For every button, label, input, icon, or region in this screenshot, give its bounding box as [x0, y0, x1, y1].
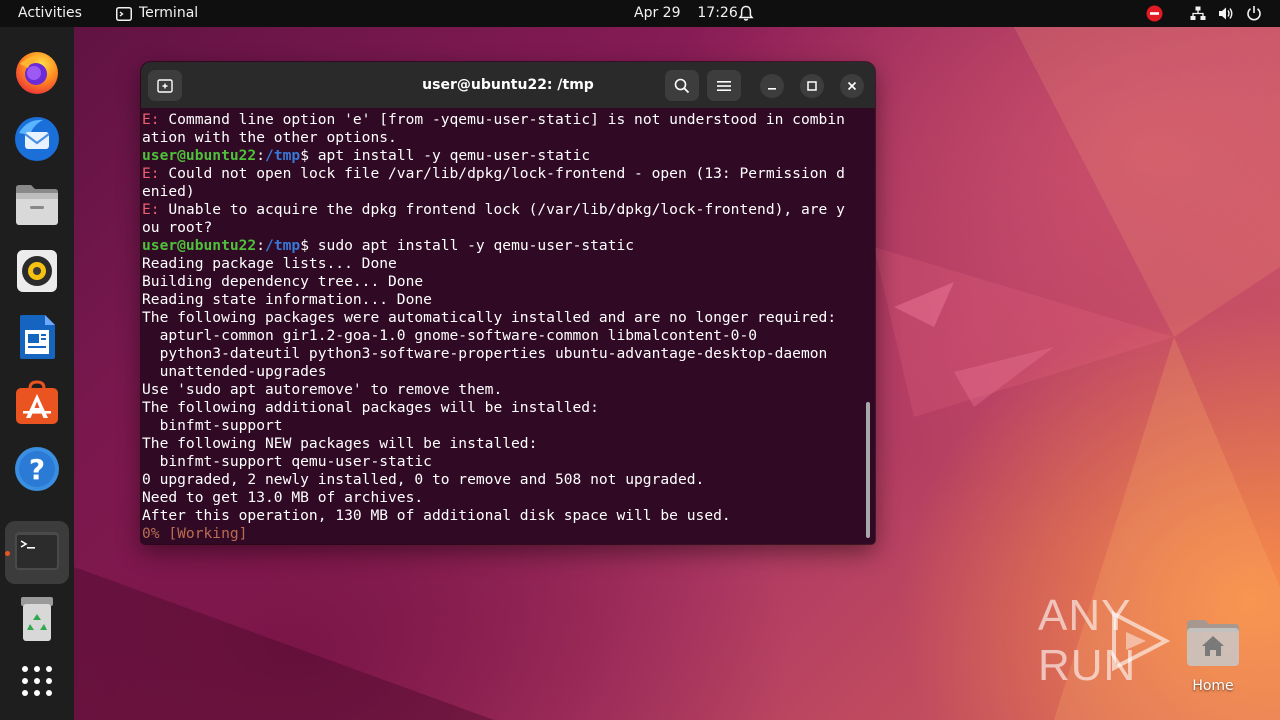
terminal-line: apturl-common gir1.2-goa-1.0 gnome-softw…: [142, 327, 758, 344]
terminal-headerbar[interactable]: user@ubuntu22: /tmp: [141, 62, 875, 108]
prompt-separator: :: [256, 237, 266, 254]
terminal-line: binfmt-support: [142, 417, 283, 434]
top-bar: Activities Terminal Apr 29 17:26: [0, 0, 1280, 27]
dock-show-applications[interactable]: [13, 657, 61, 705]
running-indicator: [5, 551, 10, 556]
thunderbird-icon: [15, 117, 59, 161]
error-prefix: E:: [142, 165, 160, 182]
close-icon: [847, 81, 857, 91]
terminal-line: enied): [142, 183, 195, 200]
anyrun-watermark: ANY RUN: [1038, 591, 1280, 690]
prompt-dollar: $: [300, 147, 309, 164]
minimize-icon: [768, 88, 776, 90]
trash-icon: [21, 597, 53, 641]
maximize-icon: [807, 81, 817, 91]
terminal-app-icon: [116, 6, 132, 21]
rhythmbox-icon: [17, 250, 57, 292]
app-grid-icon: [22, 666, 52, 696]
terminal-line: E: Could not open lock file /var/lib/dpk…: [142, 165, 845, 183]
menu-button[interactable]: [707, 70, 741, 101]
command-text: apt install -y qemu-user-static: [308, 147, 591, 164]
new-tab-button[interactable]: [148, 70, 182, 101]
terminal-line: Use 'sudo apt autoremove' to remove them…: [142, 381, 503, 398]
terminal-line: binfmt-support qemu-user-static: [142, 453, 432, 470]
dock-terminal[interactable]: [13, 527, 61, 575]
prompt-user: user@ubuntu22: [142, 147, 257, 164]
terminal-line: The following NEW packages will be insta…: [142, 435, 538, 452]
line-text: Command line option 'e' [from -yqemu-use…: [159, 111, 845, 128]
dock-thunderbird[interactable]: [13, 115, 61, 163]
activities-button[interactable]: Activities: [18, 0, 82, 27]
app-menu-label: Terminal: [139, 5, 199, 21]
terminal-line: Reading state information... Done: [142, 291, 432, 308]
command-text: sudo apt install -y qemu-user-static: [308, 237, 635, 254]
dock-trash[interactable]: [13, 595, 61, 643]
terminal-line: After this operation, 130 MB of addition…: [142, 507, 731, 524]
search-icon: [674, 78, 690, 93]
prompt-dollar: $: [300, 237, 309, 254]
dock-ubuntu-software[interactable]: [13, 379, 61, 427]
terminal-output[interactable]: E: Command line option 'e' [from -yqemu-…: [141, 108, 865, 544]
terminal-window[interactable]: user@ubuntu22: /tmp E: Command line opti…: [141, 62, 875, 544]
close-button[interactable]: [840, 74, 864, 98]
firefox-icon: [16, 52, 58, 94]
terminal-line: The following additional packages will b…: [142, 399, 599, 416]
terminal-line: ou root?: [142, 219, 213, 236]
dock-help[interactable]: ?: [13, 445, 61, 493]
new-tab-icon: [157, 78, 173, 93]
minimize-button[interactable]: [760, 74, 784, 98]
volume-icon: [1219, 7, 1233, 20]
svg-text:?: ?: [29, 453, 45, 486]
help-icon: ?: [15, 447, 59, 491]
power-icon: [1247, 6, 1261, 21]
search-button[interactable]: [665, 70, 699, 101]
terminal-line: E: Command line option 'e' [from -yqemu-…: [142, 111, 845, 129]
dock: ?: [0, 27, 74, 720]
home-folder-icon: [1187, 620, 1239, 666]
terminal-line: user@ubuntu22:/tmp$ sudo apt install -y …: [142, 237, 634, 255]
play-logo-icon: [1112, 610, 1170, 672]
do-not-disturb-icon: [1146, 5, 1163, 22]
prompt-user: user@ubuntu22: [142, 237, 257, 254]
network-icon: [1190, 6, 1206, 20]
terminal-line: python3-dateutil python3-software-proper…: [142, 345, 828, 362]
prompt-path: /tmp: [265, 147, 301, 164]
prompt-separator: :: [256, 147, 266, 164]
terminal-line: ation with the other options.: [142, 129, 397, 146]
writer-icon: [20, 315, 55, 359]
terminal-line: 0 upgraded, 2 newly installed, 0 to remo…: [142, 471, 705, 488]
dock-files[interactable]: [13, 181, 61, 229]
status-menu[interactable]: [1140, 0, 1272, 27]
prompt-path: /tmp: [265, 237, 301, 254]
home-label: Home: [1192, 678, 1234, 694]
terminal-line: Need to get 13.0 MB of archives.: [142, 489, 424, 506]
terminal-line: Building dependency tree... Done: [142, 273, 424, 290]
maximize-button[interactable]: [800, 74, 824, 98]
error-prefix: E:: [142, 111, 160, 128]
terminal-line: E: Unable to acquire the dpkg frontend l…: [142, 201, 845, 219]
progress-line: 0% [Working]: [142, 525, 248, 542]
terminal-scrollbar[interactable]: [866, 402, 870, 538]
line-text: Could not open lock file /var/lib/dpkg/l…: [159, 165, 845, 182]
dock-writer[interactable]: [13, 313, 61, 361]
dock-firefox[interactable]: [13, 49, 61, 97]
hamburger-menu-icon: [717, 80, 731, 91]
terminal-icon: [15, 532, 59, 570]
terminal-line: Reading package lists... Done: [142, 255, 397, 272]
files-icon: [16, 185, 58, 225]
software-icon: [16, 380, 58, 424]
terminal-line: unattended-upgrades: [142, 363, 327, 380]
error-prefix: E:: [142, 201, 160, 218]
clock-time: 17:26: [697, 5, 738, 21]
line-text: Unable to acquire the dpkg frontend lock…: [159, 201, 845, 218]
notification-bell-icon: [738, 5, 754, 21]
terminal-line: user@ubuntu22:/tmp$ apt install -y qemu-…: [142, 147, 590, 165]
clock[interactable]: Apr 29 17:26: [634, 0, 738, 27]
terminal-line: The following packages were automaticall…: [142, 309, 837, 326]
app-menu[interactable]: Terminal: [116, 0, 198, 27]
dock-rhythmbox[interactable]: [13, 247, 61, 295]
clock-date: Apr 29: [634, 5, 681, 21]
